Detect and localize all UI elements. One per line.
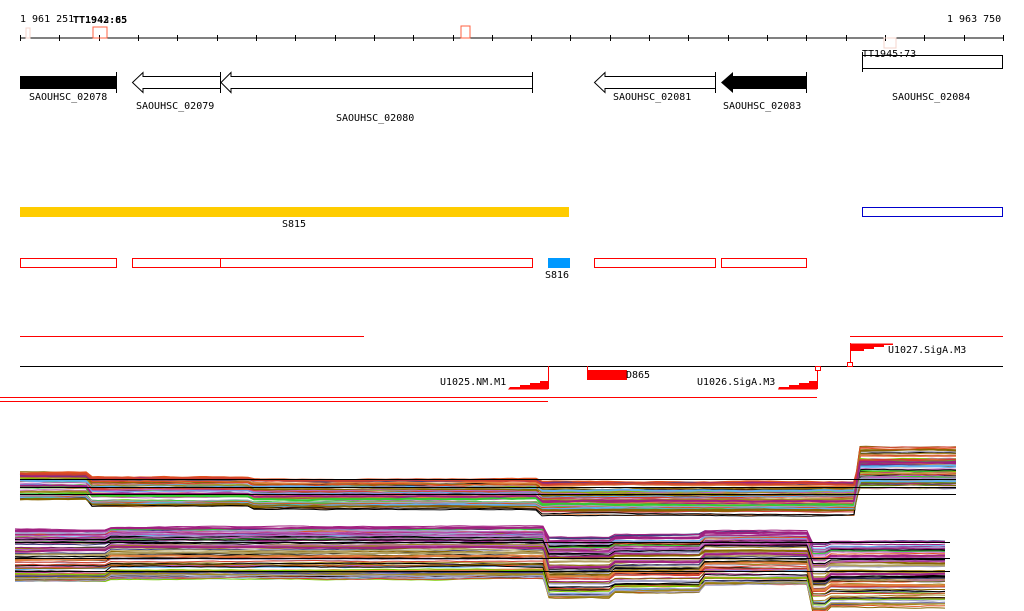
- expression-profiles-top: [19, 445, 957, 517]
- feature-label: U1027.SigA.M3: [888, 345, 967, 356]
- terminator-marker[interactable]: [25, 27, 31, 39]
- gene-SAOUHSC_02079[interactable]: [131, 71, 221, 94]
- gene-label: SAOUHSC_02078: [29, 92, 108, 103]
- segment-label: S816: [545, 270, 570, 281]
- feature-label: U1026.SigA.M3: [697, 377, 776, 388]
- terminator-label[interactable]: TT1945:73: [862, 49, 916, 60]
- gene-label: SAOUHSC_02080: [336, 113, 415, 124]
- feature-label: U1025.NM.M1: [440, 377, 507, 388]
- gene-label: SAOUHSC_02083: [723, 101, 802, 112]
- feature-U1025.NM.M1[interactable]: [508, 366, 549, 390]
- feature-D865[interactable]: [587, 366, 627, 380]
- terminator-marker[interactable]: [460, 25, 471, 39]
- gene-label: SAOUHSC_02084: [892, 92, 971, 103]
- genome-browser-canvas: [0, 25, 1004, 611]
- gene-label: SAOUHSC_02079: [136, 101, 215, 112]
- segment-label: S815: [282, 219, 307, 230]
- expression-profiles-bottom: [14, 525, 950, 611]
- feature-U1027.SigA.M3[interactable]: [847, 343, 894, 367]
- gene-label: SAOUHSC_02081: [613, 92, 692, 103]
- gene-SAOUHSC_02080[interactable]: [220, 71, 533, 94]
- gene-SAOUHSC_02081[interactable]: [593, 71, 716, 94]
- feature-label: D865: [626, 370, 651, 381]
- gene-SAOUHSC_02083[interactable]: [721, 72, 807, 93]
- ruler-end-label: 1 963 750: [947, 14, 1002, 25]
- gene-SAOUHSC_02078[interactable]: [20, 72, 117, 93]
- segment-outlines: [20, 258, 807, 268]
- segment-S816[interactable]: [548, 258, 570, 268]
- segment-S815[interactable]: [20, 207, 569, 217]
- segment-bar[interactable]: [862, 207, 1003, 217]
- feature-U1026.SigA.M3[interactable]: [778, 366, 821, 390]
- terminator-label[interactable]: TT1943:85: [73, 15, 127, 26]
- ruler-start-label: 1 961 251: [20, 14, 75, 25]
